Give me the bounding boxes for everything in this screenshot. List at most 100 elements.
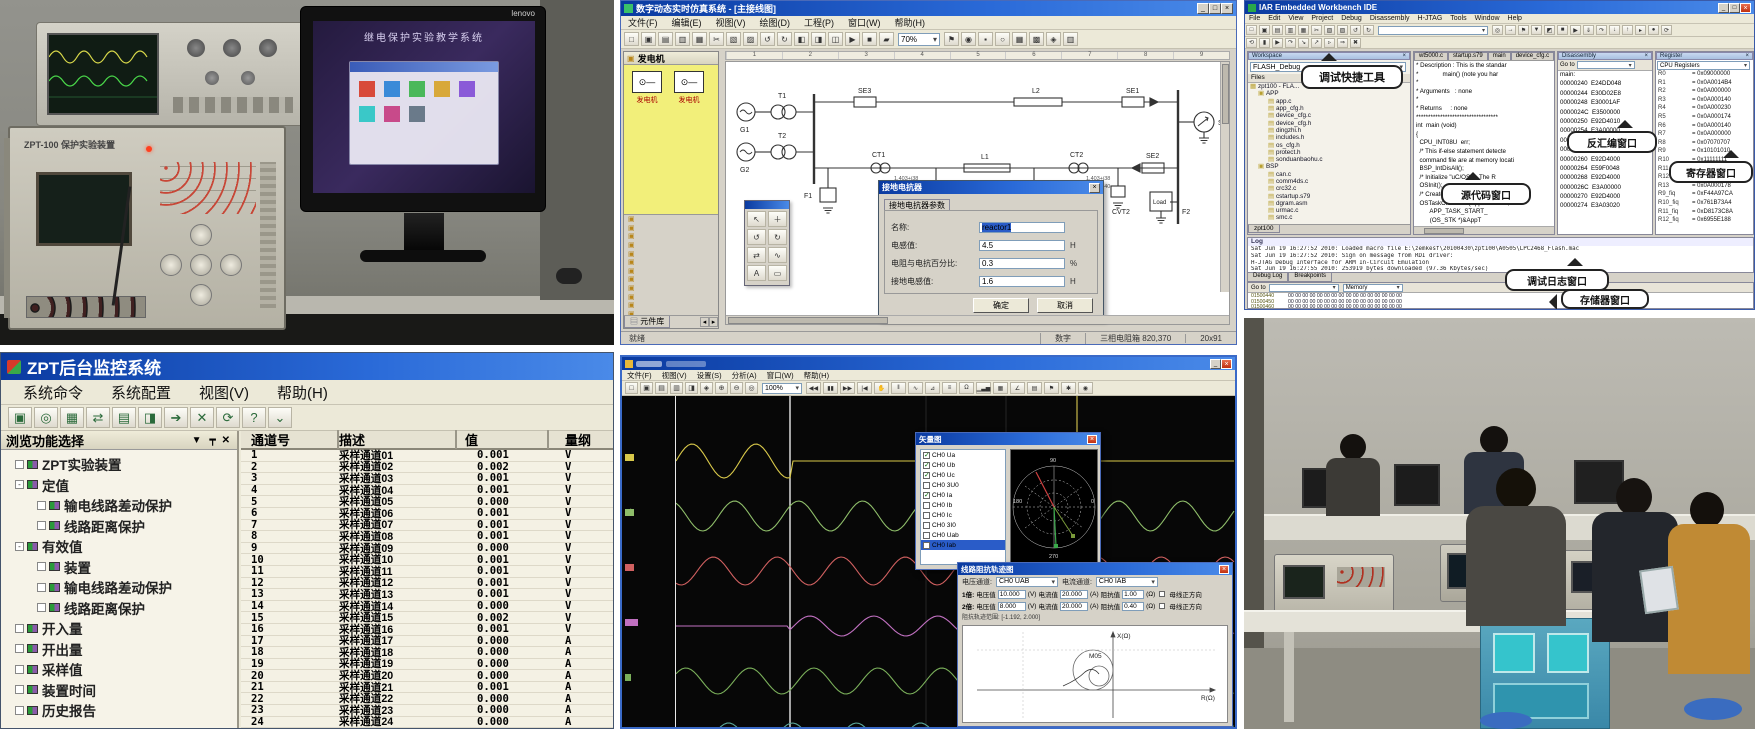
toolbar-button[interactable]: ▣ bbox=[8, 407, 32, 428]
toolbar-button[interactable]: ✖ bbox=[1350, 38, 1361, 48]
toolbar-button[interactable]: ▨ bbox=[743, 32, 758, 46]
toolbar-button[interactable]: ▹ bbox=[1324, 38, 1335, 48]
value-input[interactable]: 0.40 bbox=[1122, 602, 1144, 611]
dialog-titlebar[interactable]: 接地电抗器 × bbox=[879, 181, 1103, 194]
palette-component[interactable]: ⊙— 发电机 bbox=[672, 71, 706, 105]
close-button[interactable]: × bbox=[1221, 359, 1232, 369]
pin-icon[interactable]: ┯ bbox=[206, 435, 220, 446]
menu-item[interactable]: Window bbox=[1471, 15, 1504, 22]
toolbar-button[interactable]: ▨ bbox=[1337, 25, 1348, 35]
channel-label[interactable]: Ub bbox=[625, 509, 634, 516]
menu-item[interactable]: Tools bbox=[1446, 15, 1470, 22]
maximize-button[interactable]: □ bbox=[1209, 3, 1221, 14]
palette-group[interactable]: ▣ bbox=[624, 224, 718, 233]
menu-item[interactable]: 帮助(H) bbox=[799, 370, 834, 381]
expand-icon[interactable] bbox=[15, 685, 24, 694]
zpt-titlebar[interactable]: ZPT后台监控系统 bbox=[1, 353, 613, 380]
toolbar-button[interactable]: ↻ bbox=[777, 32, 792, 46]
panel-close-icon[interactable]: × bbox=[1644, 53, 1648, 59]
file-tree-item[interactable]: ▣ APP bbox=[1248, 90, 1410, 97]
current-channel-combo[interactable]: CH0 IAB▾ bbox=[1096, 577, 1158, 587]
tree-item[interactable]: 采样值 bbox=[1, 659, 237, 680]
menu-item[interactable]: 帮助(H) bbox=[263, 382, 342, 403]
toolbar-button[interactable]: ⟳ bbox=[216, 407, 240, 428]
toolbar-button[interactable]: ▣ bbox=[1259, 25, 1270, 35]
palette-tab[interactable]: ▤ 元件库 bbox=[624, 316, 670, 328]
toolbar-button[interactable]: ⚑ bbox=[1044, 382, 1059, 394]
toolbar-button[interactable]: ↺ bbox=[760, 32, 775, 46]
channel-label[interactable]: Ua bbox=[625, 454, 634, 461]
file-tree-item[interactable]: ▤ os_cfg.h bbox=[1248, 141, 1410, 148]
table-row[interactable]: 24 采样通道24 0.000 A bbox=[241, 717, 614, 729]
search-combo[interactable]: ▾ bbox=[1378, 26, 1488, 35]
toolbar-button[interactable]: ▦ bbox=[692, 32, 707, 46]
field-input[interactable]: reactor1 bbox=[979, 222, 1065, 233]
menu-item[interactable]: View bbox=[1284, 15, 1307, 22]
toolbar-button[interactable]: ▮ bbox=[1259, 38, 1270, 48]
channel-label[interactable]: Uc bbox=[625, 564, 634, 571]
toolbar-button[interactable]: ↷ bbox=[1285, 38, 1296, 48]
toolbar-button[interactable]: ▥ bbox=[670, 382, 683, 394]
value-input[interactable]: 1.00 bbox=[1122, 590, 1144, 599]
expand-icon[interactable] bbox=[15, 460, 24, 469]
toolbar-button[interactable]: ◨ bbox=[811, 32, 826, 46]
palette-group[interactable]: ▣ bbox=[624, 301, 718, 310]
voltage-channel-combo[interactable]: CH0 UAB▾ bbox=[996, 577, 1058, 587]
toolbar-button[interactable]: ◨ bbox=[138, 407, 162, 428]
vector-channel-item[interactable]: CH0 Iab bbox=[921, 540, 1005, 550]
tree-item[interactable]: - 定值 bbox=[1, 475, 237, 496]
tree-item[interactable]: 输电线路差动保护 bbox=[1, 495, 237, 516]
file-tree-item[interactable]: ▤ sonduanbaohu.c bbox=[1248, 156, 1410, 163]
toolbar-button[interactable]: ⊕ bbox=[715, 382, 728, 394]
menu-item[interactable]: 视图(V) bbox=[709, 16, 753, 29]
toolbar-button[interactable]: ◫ bbox=[828, 32, 843, 46]
toolbox-button[interactable]: ⇄ bbox=[747, 247, 766, 263]
waveform-area[interactable]: Ua Ub Uc 3U0 bbox=[622, 396, 1235, 727]
field-input[interactable]: 4.5 bbox=[979, 240, 1065, 251]
toolbar-button[interactable]: ◧ bbox=[794, 32, 809, 46]
goto-combo[interactable]: ▾ bbox=[1577, 61, 1635, 69]
menu-item[interactable]: 帮助(H) bbox=[888, 16, 933, 29]
toolbar-button[interactable]: ↑ bbox=[1622, 25, 1633, 35]
palette-group[interactable]: ▣ bbox=[624, 284, 718, 293]
file-tree-item[interactable]: ▤ app.c bbox=[1248, 98, 1410, 105]
workspace-tab[interactable]: zpt100 bbox=[1248, 225, 1280, 233]
toolbar-button[interactable]: ◉ bbox=[1078, 382, 1093, 394]
toolbar-button[interactable]: ◈ bbox=[1046, 32, 1061, 46]
toolbar-button[interactable]: ✋ bbox=[874, 382, 889, 394]
toolbar-button[interactable]: ▥ bbox=[1063, 32, 1078, 46]
toolbox-button[interactable]: ▭ bbox=[768, 265, 787, 281]
menu-item[interactable]: 视图(V) bbox=[657, 370, 692, 381]
toolbar-button[interactable]: ↗ bbox=[1311, 38, 1322, 48]
memory-zone-combo[interactable]: Memory▾ bbox=[1343, 284, 1403, 292]
tab-scroll-right[interactable]: ▸ bbox=[709, 317, 718, 327]
toolbar-button[interactable]: ⟳ bbox=[1661, 25, 1672, 35]
tree-item[interactable]: - 有效值 bbox=[1, 536, 237, 557]
vector-channel-item[interactable]: ✓ CH0 Uc bbox=[921, 470, 1005, 480]
menu-item[interactable]: 分析(A) bbox=[727, 370, 762, 381]
toolbar-button[interactable]: ◉ bbox=[961, 32, 976, 46]
toolbar-button[interactable]: ✕ bbox=[190, 407, 214, 428]
toolbar-button[interactable]: ▼ bbox=[1531, 25, 1542, 35]
file-tree-item[interactable]: ▤ smc.c bbox=[1248, 214, 1410, 221]
expand-icon[interactable] bbox=[37, 521, 46, 530]
file-tree-item[interactable]: ▤ includes.h bbox=[1248, 134, 1410, 141]
checkbox[interactable] bbox=[923, 512, 930, 519]
log-tab[interactable]: Debug Log bbox=[1247, 273, 1288, 282]
checkbox[interactable] bbox=[923, 522, 930, 529]
toolbar-button[interactable]: Ω bbox=[959, 382, 974, 394]
menu-item[interactable]: 视图(V) bbox=[185, 382, 263, 403]
toolbar-button[interactable]: ◩ bbox=[1544, 25, 1555, 35]
toolbox-button[interactable]: ↖ bbox=[747, 211, 766, 227]
ok-button[interactable]: 确定 bbox=[973, 298, 1029, 313]
minimize-button[interactable]: _ bbox=[1197, 3, 1209, 14]
vector-channel-item[interactable]: CH0 3U0 bbox=[921, 480, 1005, 490]
toolbar-button[interactable]: ◎ bbox=[34, 407, 58, 428]
channel-label[interactable]: Ia bbox=[625, 674, 631, 681]
toolbar-button[interactable]: ▤ bbox=[1272, 25, 1283, 35]
toolbar-button[interactable]: ○ bbox=[995, 32, 1010, 46]
register-row[interactable]: R3 = 0x0A000140 bbox=[1656, 97, 1753, 106]
menu-item[interactable]: 系统命令 bbox=[9, 382, 97, 403]
toolbar-button[interactable]: ● bbox=[1648, 25, 1659, 35]
file-tree-item[interactable]: ▤ comm4ds.c bbox=[1248, 178, 1410, 185]
